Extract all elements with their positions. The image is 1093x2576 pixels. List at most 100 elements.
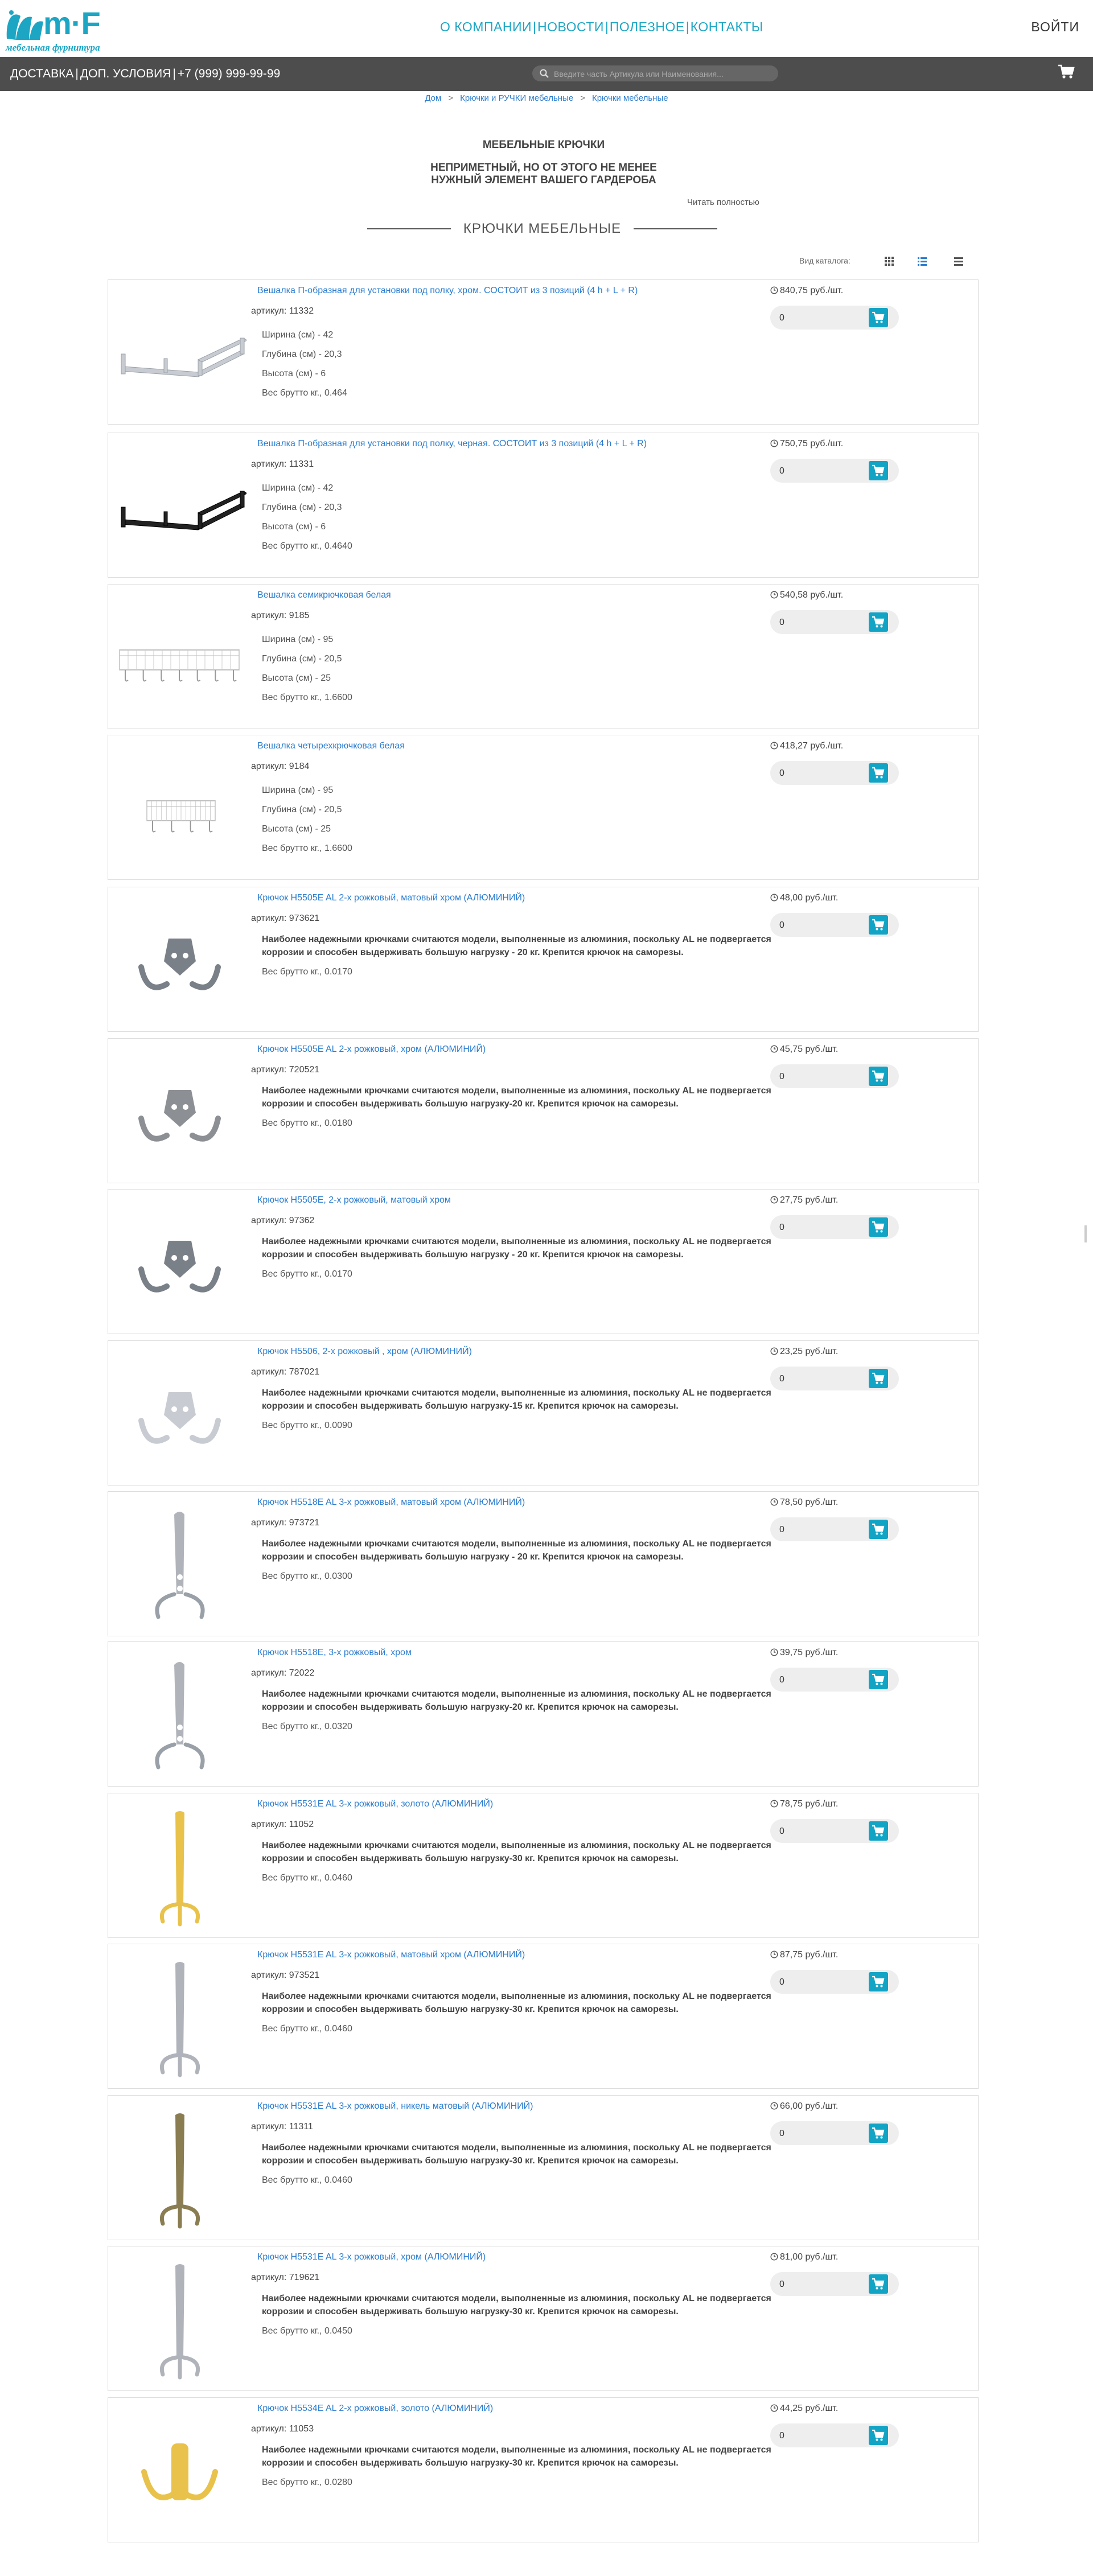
quantity-input[interactable] xyxy=(778,615,866,631)
price-value: 418,27 руб./шт. xyxy=(780,741,844,751)
product-title-link[interactable]: Вешалка семикрючковая белая xyxy=(257,590,391,600)
quantity-input[interactable] xyxy=(778,917,866,933)
product-image[interactable] xyxy=(113,2107,246,2232)
product-image[interactable] xyxy=(113,899,246,1024)
product-title-link[interactable]: Крючок H5518E AL 3-х рожковый, матовый х… xyxy=(257,1497,525,1508)
add-to-cart-button[interactable] xyxy=(869,1520,888,1539)
product-image[interactable] xyxy=(113,1050,246,1175)
quantity-input[interactable] xyxy=(778,766,866,781)
add-to-cart-button[interactable] xyxy=(869,1670,888,1689)
add-to-cart-button[interactable] xyxy=(869,915,888,935)
delivery-link[interactable]: ДОСТАВКА xyxy=(10,67,73,80)
product-title-link[interactable]: Крючок H5531E AL 3-х рожковый, никель ма… xyxy=(257,2101,533,2112)
breadcrumb-home[interactable]: Дом xyxy=(425,93,441,103)
product-image[interactable] xyxy=(113,596,246,721)
product-title-link[interactable]: Крючок H5531E AL 3-х рожковый, золото (А… xyxy=(257,1799,493,1809)
add-to-cart-button[interactable] xyxy=(869,1821,888,1841)
add-to-cart-button[interactable] xyxy=(869,1972,888,1991)
product-image[interactable] xyxy=(113,445,248,570)
grid-view-icon[interactable] xyxy=(884,256,894,266)
product-title-link[interactable]: Крючок H5534E AL 2-х рожковый, золото (А… xyxy=(257,2404,493,2414)
add-to-cart-button[interactable] xyxy=(869,612,888,632)
nav-contacts[interactable]: КОНТАКТЫ xyxy=(691,19,763,34)
product-title-link[interactable]: Крючок H5505E, 2-х рожковый, матовый хро… xyxy=(257,1195,451,1205)
product-image[interactable] xyxy=(113,1653,246,1779)
product-image[interactable] xyxy=(113,2258,246,2383)
breadcrumb-hooks-handles[interactable]: Крючки и РУЧКИ мебельные xyxy=(460,93,573,103)
product-description: Наиболее надежными крючками считаются мо… xyxy=(262,1086,771,1109)
product-title-link[interactable]: Крючок H5518E, 3-х рожковый, хром xyxy=(257,1648,412,1658)
product-sku: артикул: 973521 xyxy=(251,1970,319,1981)
product-image[interactable] xyxy=(113,1503,246,1628)
search-icon[interactable] xyxy=(539,68,549,79)
quantity-input[interactable] xyxy=(778,463,866,479)
quantity-input[interactable] xyxy=(778,2126,866,2142)
sku-label: артикул: xyxy=(251,2122,287,2131)
product-sku: артикул: 72022 xyxy=(251,1668,314,1678)
product-sku: артикул: 973721 xyxy=(251,1518,319,1528)
add-to-cart-button[interactable] xyxy=(869,763,888,783)
quantity-input[interactable] xyxy=(778,2428,866,2444)
site-logo[interactable]: m·F мебельная фурнитура xyxy=(3,5,129,53)
add-to-cart-button[interactable] xyxy=(869,2124,888,2143)
product-image[interactable] xyxy=(113,1805,246,1930)
product-image[interactable] xyxy=(113,747,246,872)
product-weight: Вес брутто кг., 0.0450 xyxy=(262,2326,352,2336)
quantity-input[interactable] xyxy=(778,1371,866,1387)
nav-about[interactable]: О КОМПАНИИ xyxy=(440,19,532,34)
product-title-link[interactable]: Крючок H5505E AL 2-х рожковый, хром (АЛЮ… xyxy=(257,1044,486,1055)
product-description: Наиболее надежными крючками считаются мо… xyxy=(262,2143,771,2166)
product-title-link[interactable]: Крючок H5531E AL 3-х рожковый, матовый х… xyxy=(257,1950,525,1960)
product-image[interactable] xyxy=(113,1956,246,2081)
login-link[interactable]: ВОЙТИ xyxy=(1031,19,1079,35)
add-to-cart-button[interactable] xyxy=(869,2274,888,2294)
search-input[interactable] xyxy=(553,67,771,81)
quantity-input[interactable] xyxy=(778,2277,866,2293)
add-to-cart-button[interactable] xyxy=(869,1217,888,1237)
product-property: Вес брутто кг., 1.6600 xyxy=(262,843,352,853)
product-description: Наиболее надежными крючками считаются мо… xyxy=(262,1841,771,1863)
cart-icon xyxy=(872,311,885,323)
product-image[interactable] xyxy=(113,1201,246,1326)
product-title-link[interactable]: Вешалка П-образная для установки под пол… xyxy=(257,286,638,296)
quantity-input[interactable] xyxy=(778,1522,866,1538)
logo-mark-icon xyxy=(6,10,43,40)
product-description: Наиболее надежными крючками считаются мо… xyxy=(262,2445,771,2468)
add-to-cart-button[interactable] xyxy=(869,308,888,327)
add-to-cart-button[interactable] xyxy=(869,461,888,480)
list-view-icon[interactable] xyxy=(917,256,927,266)
product-card: Крючок H5531E AL 3-х рожковый, матовый х… xyxy=(108,1944,979,2089)
view-label: Вид каталога: xyxy=(799,256,850,265)
product-title-link[interactable]: Крючок H5505E AL 2-х рожковый, матовый х… xyxy=(257,893,525,903)
product-image[interactable] xyxy=(113,2409,246,2534)
nav-news[interactable]: НОВОСТИ xyxy=(537,19,604,34)
product-description: Наиболее надежными крючками считаются мо… xyxy=(262,1539,771,1562)
quantity-input[interactable] xyxy=(778,1220,866,1236)
scroll-indicator[interactable] xyxy=(1084,1225,1087,1242)
product-title-link[interactable]: Вешалка четырехкрючковая белая xyxy=(257,741,405,751)
add-to-cart-button[interactable] xyxy=(869,1067,888,1086)
product-title-link[interactable]: Вешалка П-образная для установки под пол… xyxy=(257,439,647,449)
table-view-icon[interactable] xyxy=(954,256,964,266)
add-to-cart-button[interactable] xyxy=(869,1369,888,1388)
product-price: 27,75 руб./шт. xyxy=(770,1195,838,1205)
quantity-input[interactable] xyxy=(778,1824,866,1840)
product-price: 78,75 руб./шт. xyxy=(770,1799,838,1809)
phone-number[interactable]: +7 (999) 999-99-99 xyxy=(178,67,280,80)
product-weight: Вес брутто кг., 0.0170 xyxy=(262,967,352,977)
breadcrumb-hooks[interactable]: Крючки мебельные xyxy=(592,93,668,103)
logo-text: m·F xyxy=(43,5,101,41)
conditions-link[interactable]: ДОП. УСЛОВИЯ xyxy=(80,67,171,80)
quantity-input[interactable] xyxy=(778,1069,866,1085)
quantity-input[interactable] xyxy=(778,1672,866,1688)
quantity-input[interactable] xyxy=(778,310,866,326)
nav-useful[interactable]: ПОЛЕЗНОЕ xyxy=(610,19,685,34)
add-to-cart-button[interactable] xyxy=(869,2426,888,2445)
product-title-link[interactable]: Крючок H5506, 2-х рожковый , хром (АЛЮМИ… xyxy=(257,1347,472,1357)
product-image[interactable] xyxy=(113,1352,246,1478)
read-more-link[interactable]: Читать полностью xyxy=(687,197,759,207)
cart-icon[interactable] xyxy=(1058,64,1075,80)
product-title-link[interactable]: Крючок H5531E AL 3-х рожковый, хром (АЛЮ… xyxy=(257,2252,486,2262)
product-image[interactable] xyxy=(113,291,248,417)
quantity-input[interactable] xyxy=(778,1974,866,1990)
